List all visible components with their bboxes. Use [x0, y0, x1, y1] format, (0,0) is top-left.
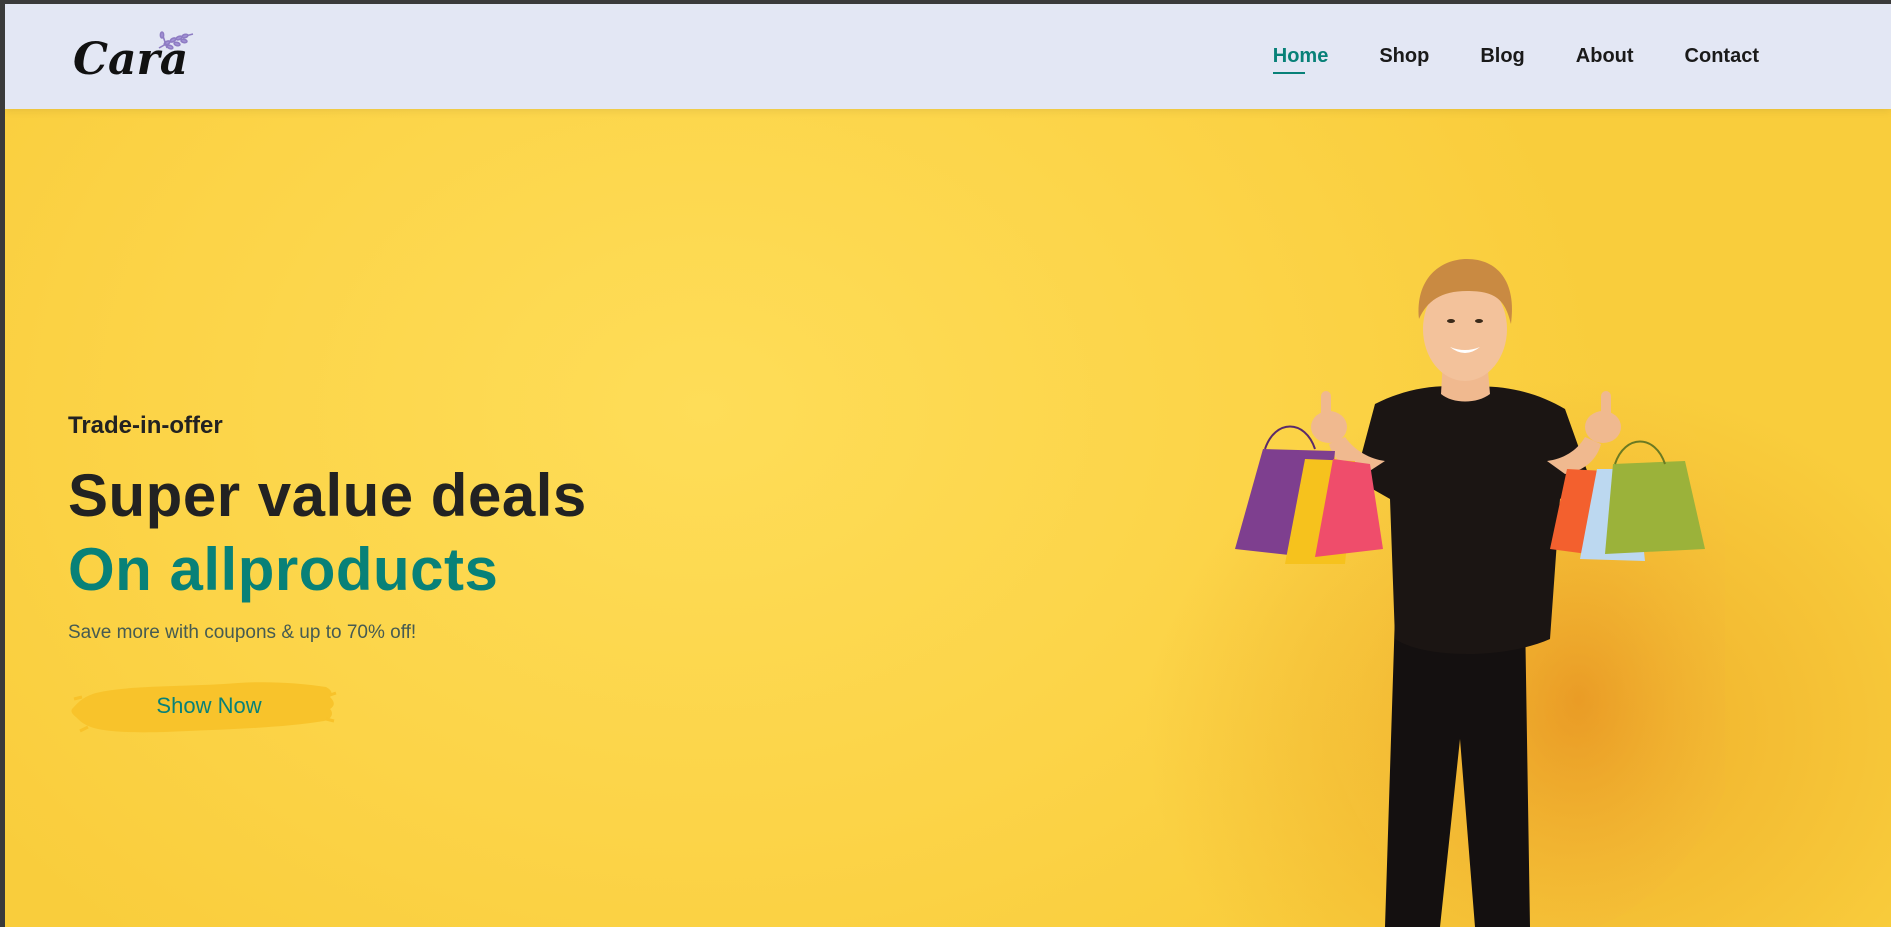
hero-headline: Super value deals	[68, 462, 587, 529]
browser-viewport: Cara Home Shop Blog About Contact Trade-…	[5, 4, 1891, 927]
nav-contact[interactable]: Contact	[1685, 45, 1759, 68]
logo-text: Cara	[73, 34, 188, 85]
site-header: Cara Home Shop Blog About Contact	[5, 4, 1891, 109]
show-now-button[interactable]: Show Now	[68, 675, 338, 737]
nav-about[interactable]: About	[1576, 45, 1634, 68]
hero-tagline: Trade-in-offer	[68, 412, 223, 439]
logo-mark: Cara	[73, 31, 194, 85]
nav-home[interactable]: Home	[1272, 45, 1328, 74]
show-now-label: Show Now	[156, 693, 262, 718]
hero-subtext: Save more with coupons & up to 70% off!	[68, 622, 417, 643]
nav-shop[interactable]: Shop	[1379, 45, 1429, 68]
hero-headline-accent: On allproducts	[68, 536, 499, 603]
hero-section: Trade-in-offer Super value deals On allp…	[5, 109, 1891, 927]
model-with-shopping-bags-image	[1235, 259, 1725, 927]
logo[interactable]: Cara	[71, 26, 201, 86]
nav-blog[interactable]: Blog	[1480, 45, 1524, 68]
main-nav: Home Shop Blog About Contact	[1222, 4, 1759, 109]
